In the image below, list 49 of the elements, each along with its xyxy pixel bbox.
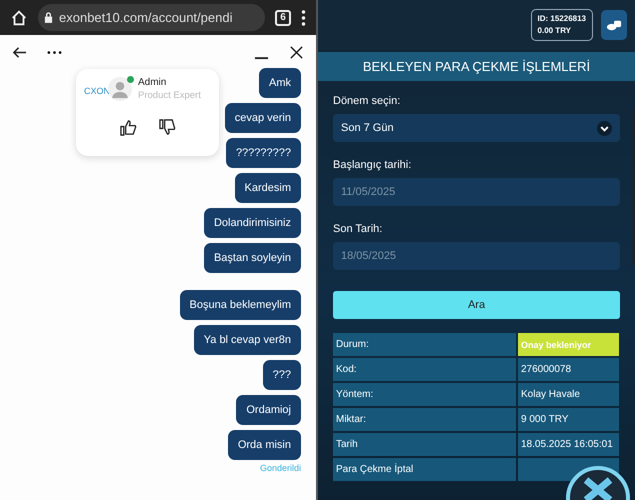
chat-message: Kardesim [234, 173, 301, 203]
thumbs-down-icon[interactable] [158, 119, 176, 136]
agent-role: Product Expert [138, 90, 201, 101]
page-title: BEKLEYEN PARA ÇEKME İŞLEMLERİ [318, 52, 635, 81]
table-cell: Para Çekme İptal [333, 458, 516, 481]
agent-name: Admin [138, 77, 168, 88]
more-options-icon[interactable] [47, 50, 62, 55]
search-button[interactable]: Ara [333, 291, 620, 319]
table-cell: Onay bekleniyor [518, 333, 619, 356]
chat-message: Boşuna beklemeylim [180, 290, 301, 320]
start-date-field[interactable]: 11/05/2025 [333, 178, 620, 206]
lock-icon [44, 12, 53, 23]
tab-count-button[interactable]: 6 [275, 10, 291, 26]
table-cell: 9 000 TRY [518, 408, 619, 431]
chat-message: Orda misin [228, 430, 301, 460]
table-cell: Tarih [333, 433, 516, 456]
close-icon[interactable] [289, 45, 304, 60]
table-cell: Kod: [333, 358, 516, 381]
back-arrow-icon[interactable] [12, 45, 27, 60]
home-icon[interactable] [10, 8, 28, 26]
chevron-down-icon [597, 120, 612, 136]
table-cell: 276000078 [518, 358, 619, 381]
field-label: Başlangıç tarihi: [333, 159, 412, 171]
chat-message: cevap verin [224, 103, 301, 133]
address-bar[interactable]: exonbet10.com/account/pendi [38, 4, 265, 31]
account-balance: 0.00 TRY [538, 25, 572, 37]
field-label: Dönem seçin: [333, 95, 402, 107]
avatar-icon [108, 77, 132, 101]
x-logo-icon[interactable] [566, 466, 630, 500]
table-cell: Miktar: [333, 408, 516, 431]
delivery-status: Gonderildi [260, 463, 301, 473]
table-cell: 18.05.2025 16:05:01 [518, 433, 619, 456]
chat-message: ??? [262, 360, 301, 390]
end-date-field[interactable]: 18/05/2025 [333, 242, 620, 270]
account-id: ID: 15226813 [538, 13, 586, 25]
more-menu-icon[interactable] [301, 10, 306, 26]
field-label: Son Tarih: [333, 223, 384, 235]
chat-message: Ordamioj [236, 395, 301, 425]
chat-message: Dolandirimisiniz [204, 208, 301, 238]
chat-message: ????????? [226, 138, 301, 168]
table-cell: Kolay Havale [518, 383, 619, 406]
table-cell: Durum: [333, 333, 516, 356]
thumbs-up-icon[interactable] [120, 119, 136, 136]
chat-message: Ya bl cevap ver8n [194, 325, 301, 355]
wallet-button[interactable] [601, 10, 627, 40]
chat-message: Baştan soyleyin [204, 243, 301, 273]
chat-message: Amk [259, 68, 301, 98]
table-cell: Yöntem: [333, 383, 516, 406]
period-dropdown[interactable]: Son 7 Gün [333, 114, 620, 142]
